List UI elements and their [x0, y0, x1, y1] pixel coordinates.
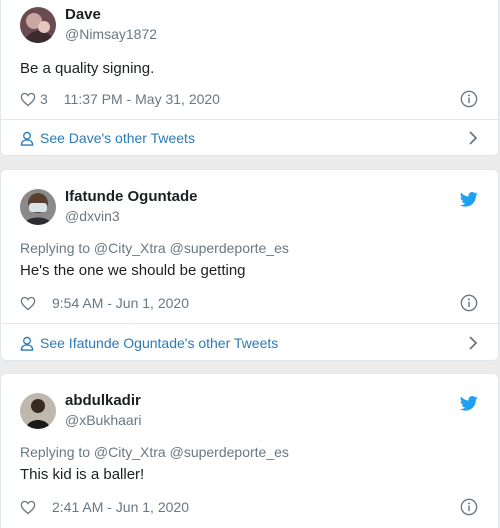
tweet-meta: 9:54 AM - Jun 1, 2020	[20, 294, 478, 312]
tweet-card: Ifatunde Oguntade @dxvin3 Replying to @C…	[0, 169, 499, 361]
tweet-meta: 3 11:37 PM - May 31, 2020	[20, 90, 478, 108]
tweet-text: He's the one we should be getting	[20, 262, 246, 279]
chevron-right-icon[interactable]	[468, 130, 478, 146]
tweet-text: Be a quality signing.	[20, 60, 155, 77]
avatar[interactable]	[20, 188, 56, 225]
tweet-card: Dave @Nimsay1872 Be a quality signing. 3…	[0, 0, 499, 156]
tweet-header: Ifatunde Oguntade @dxvin3	[20, 188, 198, 225]
info-icon[interactable]	[460, 90, 478, 108]
tweet-timestamp[interactable]: 2:41 AM - Jun 1, 2020	[52, 499, 189, 515]
tweet-header: abdulkadir @xBukhaari	[20, 392, 141, 429]
person-icon	[20, 336, 34, 351]
author-handle[interactable]: @xBukhaari	[65, 411, 141, 429]
heart-icon[interactable]	[20, 296, 36, 311]
tweet-text: This kid is a baller!	[20, 466, 145, 483]
like-count[interactable]: 3	[40, 91, 48, 107]
person-icon	[20, 131, 34, 146]
author-handle[interactable]: @dxvin3	[65, 207, 198, 225]
see-other-tweets-link[interactable]: See Ifatunde Oguntade's other Tweets	[20, 335, 478, 351]
tweet-meta: 2:41 AM - Jun 1, 2020	[20, 498, 478, 516]
avatar[interactable]	[20, 6, 56, 43]
chevron-right-icon[interactable]	[468, 335, 478, 351]
author-handle[interactable]: @Nimsay1872	[65, 25, 157, 43]
divider	[1, 119, 498, 120]
tweet-timestamp[interactable]: 9:54 AM - Jun 1, 2020	[52, 295, 189, 311]
info-icon[interactable]	[460, 294, 478, 312]
author-name[interactable]: Dave	[65, 6, 157, 24]
replying-to[interactable]: Replying to @City_Xtra @superdeporte_es	[20, 240, 289, 256]
divider	[1, 323, 498, 324]
see-other-tweets-link[interactable]: See Dave's other Tweets	[20, 130, 478, 146]
see-other-tweets-label[interactable]: See Dave's other Tweets	[40, 130, 195, 146]
twitter-bird-icon[interactable]	[460, 396, 478, 411]
author-name[interactable]: Ifatunde Oguntade	[65, 188, 198, 206]
replying-to[interactable]: Replying to @City_Xtra @superdeporte_es	[20, 444, 289, 460]
heart-icon[interactable]	[20, 500, 36, 515]
twitter-bird-icon[interactable]	[460, 192, 478, 207]
see-other-tweets-label[interactable]: See Ifatunde Oguntade's other Tweets	[40, 335, 278, 351]
tweet-card: abdulkadir @xBukhaari Replying to @City_…	[0, 373, 499, 528]
heart-icon[interactable]	[20, 92, 36, 107]
tweet-header: Dave @Nimsay1872	[20, 6, 157, 43]
info-icon[interactable]	[460, 498, 478, 516]
avatar[interactable]	[20, 392, 56, 429]
tweet-timestamp[interactable]: 11:37 PM - May 31, 2020	[64, 91, 220, 107]
author-name[interactable]: abdulkadir	[65, 392, 141, 410]
